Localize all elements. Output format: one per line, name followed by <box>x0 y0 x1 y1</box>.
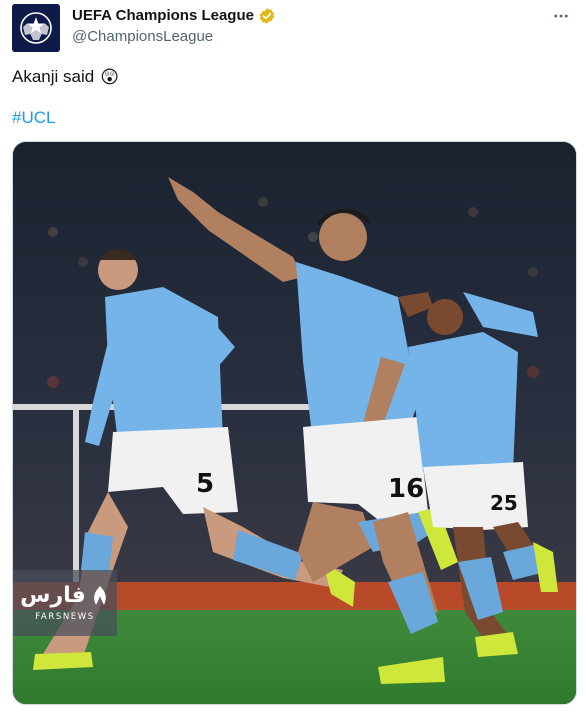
watermark-subtext: FARSNEWS <box>35 612 95 622</box>
flame-icon <box>93 586 106 605</box>
avatar[interactable] <box>12 4 60 52</box>
more-options-icon <box>554 14 568 18</box>
verified-badge-icon <box>259 8 275 24</box>
watermark-logo: فارس <box>20 584 110 608</box>
player-number-5: 5 <box>196 469 214 499</box>
author-info: UEFA Champions League @ChampionsLeague <box>72 6 276 47</box>
starball-logo-icon <box>20 12 52 44</box>
farsnews-watermark: فارس FARSNEWS <box>13 570 117 636</box>
tweet-photo[interactable]: 5 16 25 فارس FARSNEWS <box>12 141 577 705</box>
tweet-text-body: Akanji said <box>12 67 95 86</box>
display-name[interactable]: UEFA Champions League <box>72 6 254 26</box>
hashtag-link[interactable]: #UCL <box>12 107 55 129</box>
tweet-text: Akanji said 😲 <box>12 66 119 88</box>
astonished-emoji: 😲 <box>100 67 119 87</box>
more-options-button[interactable] <box>549 4 573 28</box>
tweet-card: UEFA Champions League @ChampionsLeague A… <box>0 0 585 718</box>
player-number-16: 16 <box>388 474 424 504</box>
player-number-25: 25 <box>490 491 518 515</box>
account-handle[interactable]: @ChampionsLeague <box>72 27 276 47</box>
watermark-logo-text: فارس <box>20 583 86 608</box>
